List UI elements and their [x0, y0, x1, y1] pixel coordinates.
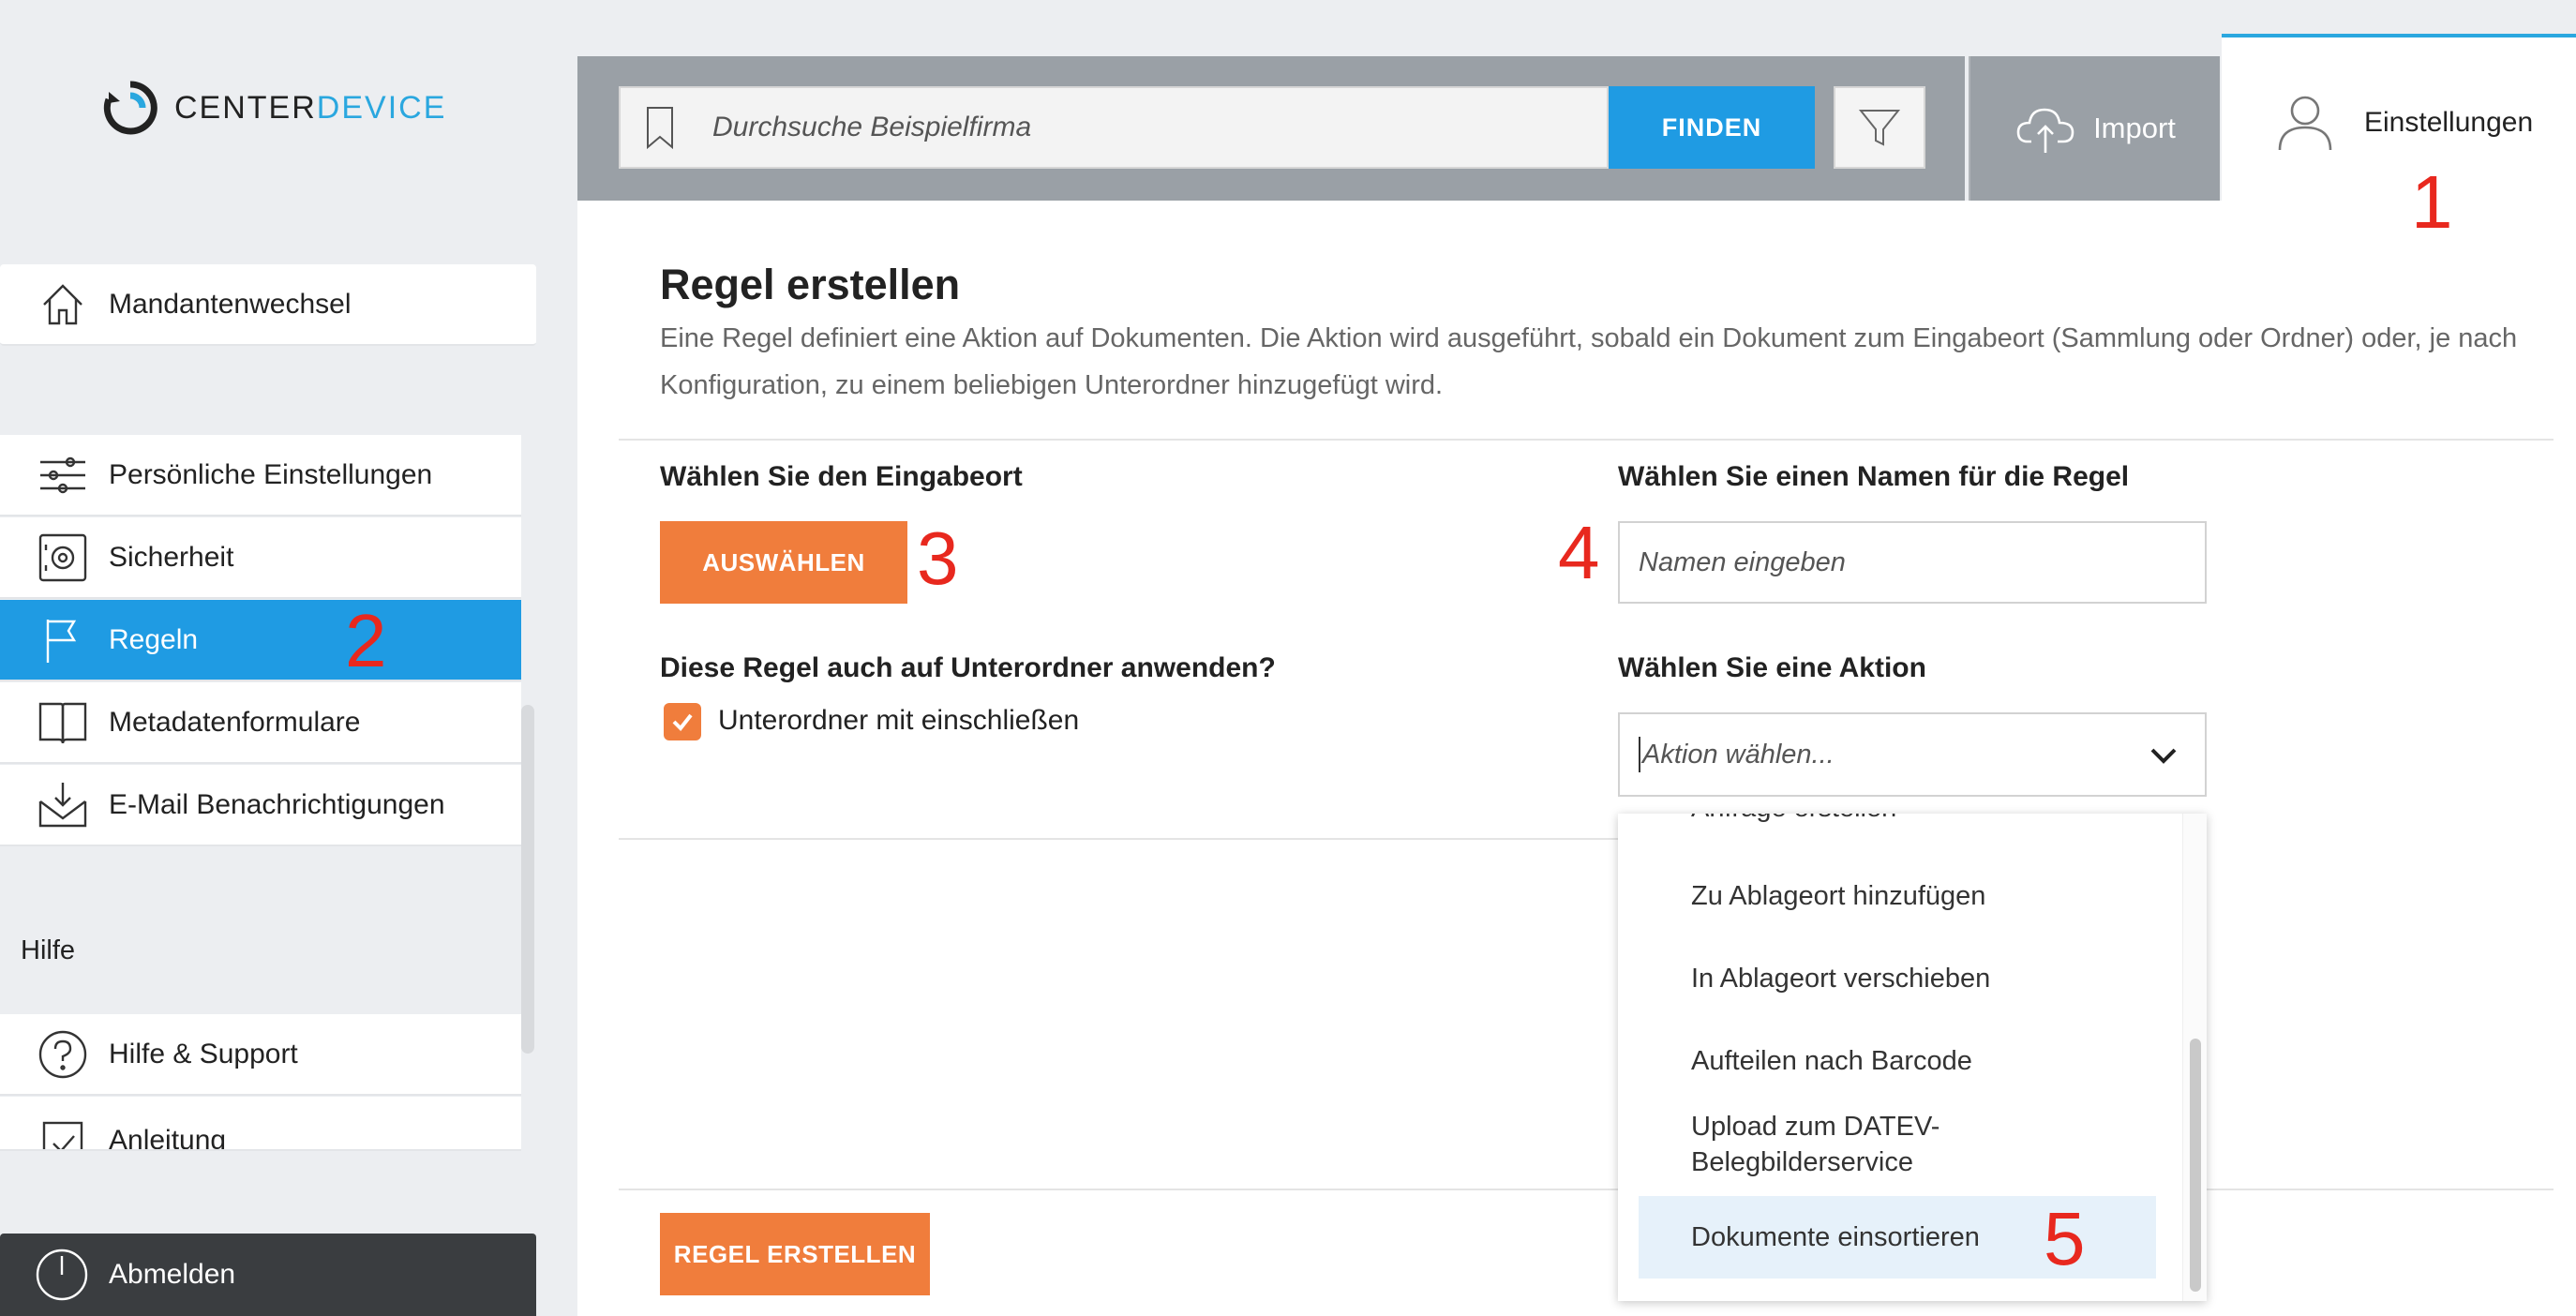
sidebar-item-label: Sicherheit: [109, 541, 234, 573]
annotation-2: 2: [345, 599, 387, 682]
filter-button[interactable]: [1834, 86, 1925, 169]
dropdown-option[interactable]: Anfrage erstellen: [1618, 814, 2177, 829]
annotation-5: 5: [2044, 1197, 2086, 1280]
sidebar-item-mandantenwechsel[interactable]: Mandantenwechsel: [0, 264, 536, 346]
import-label: Import: [2093, 112, 2176, 144]
divider: [619, 439, 2554, 441]
sidebar-item-metadatenformulare[interactable]: Metadatenformulare: [0, 682, 521, 764]
bookmark-icon[interactable]: [621, 105, 699, 150]
tab-einstellungen[interactable]: Einstellungen: [2222, 34, 2576, 201]
sidebar-item-label: Regeln: [109, 623, 199, 655]
annotation-1: 1: [2411, 160, 2453, 244]
dropdown-scrollbar[interactable]: [2182, 814, 2207, 1301]
power-icon: [34, 1247, 90, 1303]
action-select-placeholder: Aktion wählen...: [1642, 739, 1835, 770]
cloud-upload-icon: [2016, 108, 2074, 153]
help-section-title: Hilfe: [21, 935, 76, 965]
safe-icon: [30, 516, 96, 598]
logo-text: CENTERDEVICE: [174, 89, 447, 126]
rule-name-label: Wählen Sie einen Namen für die Regel: [1618, 461, 2130, 492]
sidebar-item-label: E-Mail Benachrichtigungen: [109, 788, 445, 820]
dropdown-scroll-thumb[interactable]: [2190, 1039, 2201, 1292]
annotation-3: 3: [917, 516, 959, 600]
checkmark-icon: [672, 713, 693, 732]
sidebar-item-anleitung[interactable]: Anleitung: [0, 1097, 521, 1151]
centerdevice-logo[interactable]: CENTERDEVICE: [101, 79, 446, 137]
sidebar-item-regeln[interactable]: Regeln: [0, 600, 521, 681]
dropdown-option[interactable]: Aufteilen nach Barcode: [1618, 1031, 2177, 1091]
subfolder-checkbox[interactable]: [664, 703, 701, 740]
flag-icon: [30, 599, 96, 680]
search-button[interactable]: FINDEN: [1609, 86, 1815, 169]
page-description: Eine Regel definiert eine Aktion auf Dok…: [660, 323, 2518, 400]
sidebar-scrollbar[interactable]: [521, 705, 534, 1054]
sidebar-item-hilfe-support[interactable]: Hilfe & Support: [0, 1014, 521, 1096]
search-placeholder: Durchsuche Beispielfirma: [712, 112, 1032, 142]
filter-icon: [1858, 110, 1901, 146]
checklist-icon: [30, 1115, 96, 1149]
logout-button[interactable]: Abmelden: [0, 1234, 536, 1316]
logout-label: Abmelden: [109, 1259, 236, 1290]
sidebar-item-label: Anleitung: [109, 1125, 227, 1151]
import-button[interactable]: Import: [1969, 56, 2220, 201]
sidebar-item-email-benachrichtigungen[interactable]: E-Mail Benachrichtigungen: [0, 765, 521, 846]
user-icon: [2278, 96, 2332, 151]
page-title: Regel erstellen: [660, 261, 961, 308]
action-label: Wählen Sie eine Aktion: [1618, 652, 1926, 683]
action-select[interactable]: Aktion wählen...: [1618, 712, 2207, 797]
dropdown-option[interactable]: Upload zum DATEV- Belegbilderservice: [1618, 1104, 2177, 1185]
sidebar-item-label: Hilfe & Support: [109, 1038, 298, 1069]
book-icon: [30, 681, 96, 763]
sidebar-item-label: Metadatenformulare: [109, 706, 361, 738]
select-location-button[interactable]: AUSWÄHLEN: [660, 521, 907, 604]
dropdown-option[interactable]: In Ablageort verschieben: [1618, 949, 2177, 1009]
sidebar-item-label: Persönliche Einstellungen: [109, 458, 433, 490]
subfolder-checkbox-label[interactable]: Unterordner mit einschließen: [718, 705, 1079, 737]
dropdown-option[interactable]: Zu Ablageort hinzufügen: [1618, 866, 2177, 926]
input-location-label: Wählen Sie den Eingabeort: [660, 461, 1023, 492]
home-icon: [30, 263, 96, 345]
sidebar-item-sicherheit[interactable]: Sicherheit: [0, 517, 521, 599]
sidebar: CENTERDEVICE Mandantenwechsel Persönlich…: [0, 0, 562, 1316]
annotation-4: 4: [1558, 511, 1600, 594]
sidebar-item-label: Mandantenwechsel: [109, 288, 352, 320]
rule-name-input[interactable]: Namen eingeben: [1618, 521, 2207, 604]
create-rule-button[interactable]: REGEL ERSTELLEN: [660, 1213, 930, 1295]
subfolder-question: Diese Regel auch auf Unterordner anwende…: [660, 652, 1276, 683]
text-cursor: [1639, 737, 1640, 772]
mail-inbox-icon: [30, 764, 96, 845]
search-input[interactable]: Durchsuche Beispielfirma: [619, 86, 1609, 169]
question-icon: [30, 1013, 96, 1095]
sliders-icon: [30, 434, 96, 516]
divider: [619, 1189, 2554, 1190]
action-dropdown: Anfrage erstellen Zu Ablageort hinzufüge…: [1618, 814, 2207, 1301]
tab-einstellungen-label: Einstellungen: [2364, 107, 2534, 138]
chevron-down-icon[interactable]: [2149, 740, 2179, 770]
divider: [619, 838, 1618, 840]
sidebar-item-persoenliche-einstellungen[interactable]: Persönliche Einstellungen: [0, 435, 521, 516]
logo-icon: [103, 81, 157, 135]
